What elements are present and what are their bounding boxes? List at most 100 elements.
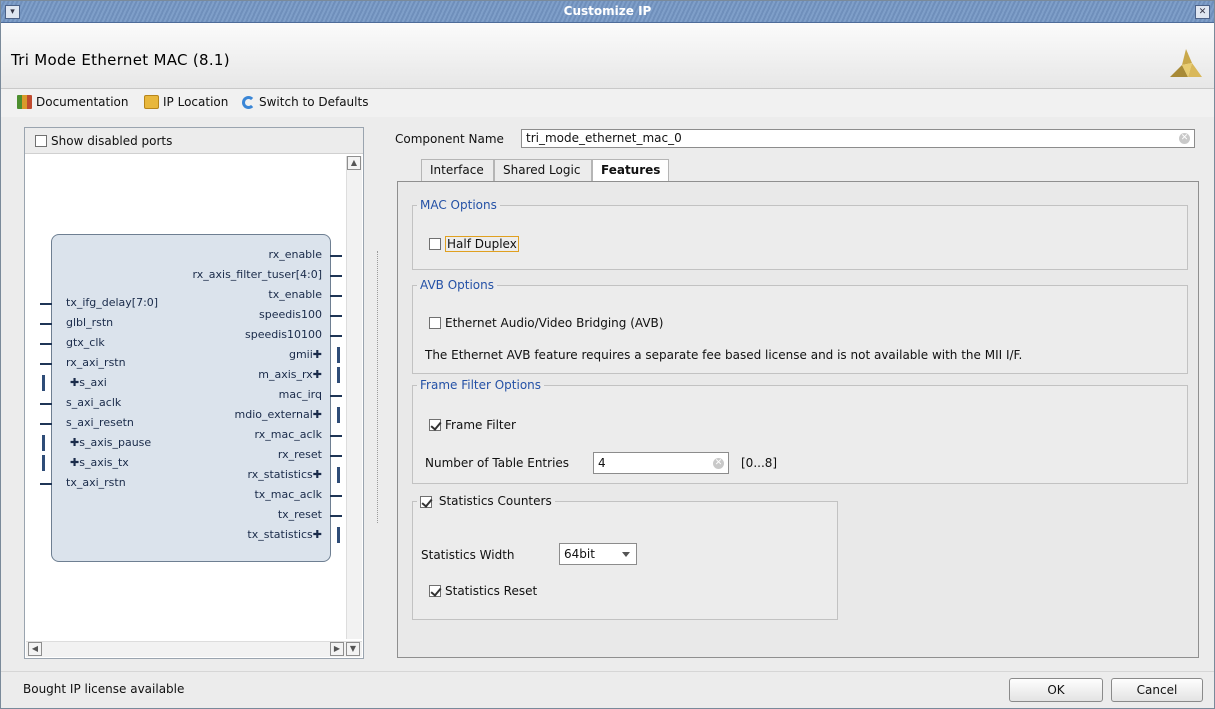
window-title: Customize IP [563, 4, 652, 18]
half-duplex-option[interactable]: Half Duplex [429, 236, 519, 252]
switch-defaults-link[interactable]: Switch to Defaults [242, 95, 368, 109]
scroll-up-button[interactable]: ▲ [347, 156, 361, 170]
window-titlebar[interactable]: ▾ Customize IP ✕ [1, 1, 1214, 23]
bus-indicator-icon [42, 435, 45, 451]
scroll-right-button[interactable]: ▶ [330, 642, 344, 656]
statistics-width-value: 64bit [564, 547, 595, 561]
scroll-left-button[interactable]: ◀ [28, 642, 42, 656]
port-pin [330, 495, 342, 497]
ip-header: Tri Mode Ethernet MAC (8.1) [1, 23, 1214, 89]
statistics-reset-checkbox[interactable] [429, 585, 441, 597]
port-gtx-clk: gtx_clk [66, 336, 105, 349]
port-m-axis-rx: m_axis_rx✚ [258, 368, 322, 381]
table-entries-value: 4 [598, 456, 606, 470]
port-rx-axi-rstn: rx_axi_rstn [66, 356, 126, 369]
avb-license-note: The Ethernet AVB feature requires a sepa… [425, 348, 1023, 362]
clear-icon[interactable]: ✕ [1179, 133, 1190, 144]
xilinx-logo-icon [1170, 49, 1202, 77]
mac-options-group: MAC Options Half Duplex [412, 198, 1188, 270]
avb-label: Ethernet Audio/Video Bridging (AVB) [445, 316, 664, 330]
dialog-footer: Bought IP license available OK Cancel [1, 671, 1214, 708]
port-pin [40, 343, 52, 345]
tab-features[interactable]: Features [592, 159, 669, 182]
port-pin [330, 515, 342, 517]
port-pin [330, 295, 342, 297]
frame-filter-group: Frame Filter Options Frame Filter Number… [412, 378, 1188, 484]
switch-defaults-label: Switch to Defaults [259, 95, 369, 109]
statistics-reset-option[interactable]: Statistics Reset [429, 584, 537, 598]
ok-button[interactable]: OK [1009, 678, 1103, 702]
port-rx-enable: rx_enable [268, 248, 322, 261]
port-pin [330, 335, 342, 337]
port-mac-irq: mac_irq [278, 388, 322, 401]
cancel-button[interactable]: Cancel [1111, 678, 1203, 702]
component-name-label: Component Name [395, 132, 504, 146]
port-gmii-label: gmii [288, 348, 313, 361]
window-close-button[interactable]: ✕ [1195, 5, 1210, 19]
port-m-axis-rx-label: m_axis_rx [258, 368, 313, 381]
port-pin [330, 455, 342, 457]
component-name-value: tri_mode_ethernet_mac_0 [526, 131, 682, 145]
port-pin [40, 423, 52, 425]
ip-location-label: IP Location [163, 95, 229, 109]
tab-shared-logic[interactable]: Shared Logic [494, 159, 592, 181]
show-disabled-ports-checkbox[interactable] [35, 135, 47, 147]
port-s-axis-pause: ✚s_axis_pause [70, 436, 152, 449]
customize-ip-window: ▾ Customize IP ✕ Tri Mode Ethernet MAC (… [0, 0, 1215, 709]
port-s-axis-tx: ✚s_axis_tx [70, 456, 129, 469]
panel-splitter[interactable] [377, 251, 379, 523]
doc-toolbar: Documentation IP Location Switch to Defa… [1, 89, 1214, 117]
port-pin [40, 403, 52, 405]
bus-indicator-icon [337, 367, 340, 383]
port-pin [330, 255, 342, 257]
statistics-width-select[interactable]: 64bit [559, 543, 637, 565]
bus-indicator-icon [337, 527, 340, 543]
port-pin [330, 275, 342, 277]
port-pin [40, 303, 52, 305]
port-pin [40, 483, 52, 485]
clear-icon[interactable]: ✕ [713, 458, 724, 469]
frame-filter-checkbox[interactable] [429, 419, 441, 431]
scroll-down-button[interactable]: ▼ [346, 642, 360, 656]
statistics-counters-label: Statistics Counters [438, 494, 552, 508]
port-s-axi-aclk: s_axi_aclk [66, 396, 122, 409]
port-speedis10100: speedis10100 [244, 328, 322, 341]
port-s-axis-pause-label: s_axis_pause [79, 436, 152, 449]
avb-checkbox[interactable] [429, 317, 441, 329]
port-pin [40, 323, 52, 325]
table-entries-input[interactable]: 4 ✕ [593, 452, 729, 474]
show-disabled-ports-label: Show disabled ports [51, 134, 173, 148]
port-s-axi-resetn: s_axi_resetn [66, 416, 134, 429]
symbol-horizontal-scrollbar[interactable]: ◀ ▶ ▼ [26, 641, 362, 657]
documentation-link[interactable]: Documentation [17, 95, 129, 109]
ip-location-link[interactable]: IP Location [144, 95, 228, 109]
symbol-vertical-scrollbar[interactable]: ▲ [346, 156, 362, 639]
books-icon [17, 95, 32, 109]
bus-indicator-icon [42, 455, 45, 471]
avb-option[interactable]: Ethernet Audio/Video Bridging (AVB) [429, 316, 663, 330]
features-panel: MAC Options Half Duplex AVB Options Ethe… [397, 181, 1199, 658]
port-tx-axi-rstn: tx_axi_rstn [66, 476, 126, 489]
ip-title: Tri Mode Ethernet MAC (8.1) [11, 51, 230, 69]
license-status: Bought IP license available [23, 682, 185, 696]
port-tx-ifg-delay: tx_ifg_delay[7:0] [66, 296, 159, 309]
port-s-axi: ✚s_axi [70, 376, 107, 389]
port-glbl-rstn: glbl_rstn [66, 316, 114, 329]
port-s-axis-tx-label: s_axis_tx [79, 456, 129, 469]
show-disabled-ports-option[interactable]: Show disabled ports [35, 134, 172, 148]
bus-indicator-icon [42, 375, 45, 391]
statistics-counters-checkbox[interactable] [420, 495, 432, 508]
frame-filter-option[interactable]: Frame Filter [429, 418, 516, 432]
symbol-toolbar: Show disabled ports [25, 128, 363, 154]
component-name-input[interactable]: tri_mode_ethernet_mac_0 ✕ [521, 129, 1195, 148]
symbol-panel: Show disabled ports ▲ tx_ifg_delay[7:0] … [24, 127, 364, 659]
port-mdio-external-label: mdio_external [234, 408, 313, 421]
frame-filter-legend: Frame Filter Options [420, 378, 542, 392]
statistics-counters-legend[interactable]: Statistics Counters [417, 494, 555, 508]
frame-filter-label: Frame Filter [445, 418, 516, 432]
port-rx-mac-aclk: rx_mac_aclk [254, 428, 322, 441]
port-gmii: gmii✚ [288, 348, 322, 361]
tab-interface[interactable]: Interface [421, 159, 494, 181]
bus-indicator-icon [337, 407, 340, 423]
half-duplex-checkbox[interactable] [429, 238, 441, 250]
